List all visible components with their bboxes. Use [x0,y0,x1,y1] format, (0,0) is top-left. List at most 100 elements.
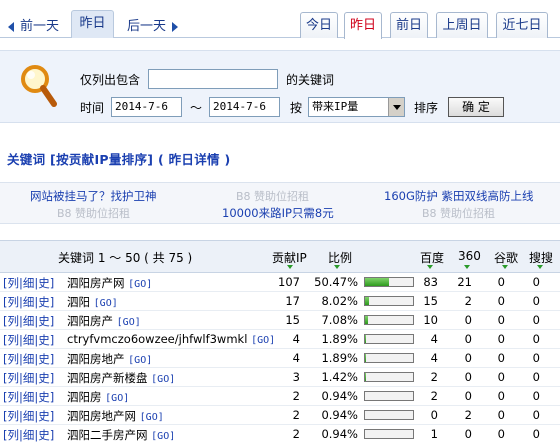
go-link[interactable]: [GO] [117,317,141,328]
list-link[interactable]: [列 [3,276,19,290]
col-ip[interactable]: 贡献IP [272,249,307,266]
sort-field-select[interactable]: 带来IP量 [308,97,405,117]
time-label: 时间 [80,101,105,115]
tab-day-before[interactable]: 前日 [390,12,428,38]
sogou-cell: 0 [532,370,540,384]
ad-placeholder[interactable]: B8 赞助位招租 [236,188,309,204]
keyword-text: 泗阳房地产网 [67,409,136,423]
col-360[interactable]: 360 [458,249,481,263]
date-to-input[interactable]: 2014-7-6 [209,97,280,117]
detail-link[interactable]: |细| [19,371,38,385]
history-link[interactable]: 史] [38,371,54,385]
history-link[interactable]: 史] [38,295,54,309]
ratio-bar [364,353,414,363]
date-from-input[interactable]: 2014-7-6 [111,97,182,117]
detail-link[interactable]: |细| [19,314,38,328]
go-link[interactable]: [GO] [128,279,152,290]
ratio-cell: 50.47% [314,275,358,289]
s360-cell: 0 [464,370,472,384]
prev-day-label: 前一天 [20,19,60,34]
baidu-cell: 83 [423,275,438,289]
ip-cell: 2 [292,427,300,441]
keyword-filter-input[interactable] [148,69,278,89]
ratio-cell: 8.02% [321,294,358,308]
list-link[interactable]: [列 [3,390,19,404]
list-link[interactable]: [列 [3,409,19,423]
keyword-cell: 泗阳二手房产网 [GO] [67,427,175,442]
row-actions: [列|细|史] [3,351,54,367]
keyword-text: 泗阳房产 [67,314,113,328]
tab-today[interactable]: 今日 [300,12,338,38]
row-actions: [列|细|史] [3,332,54,348]
list-link[interactable]: [列 [3,428,19,442]
detail-link[interactable]: |细| [19,409,38,423]
ip-cell: 17 [285,294,300,308]
history-link[interactable]: 史] [38,333,54,347]
table-row: [列|细|史] 泗阳二手房产网 [GO] 2 0.94% 1 0 0 0 [0,425,560,442]
keyword-cell: ctryfvmczo6owzee/jhfwlf3wmkl [GO] [67,332,275,346]
tab-yesterday[interactable]: 昨日 [344,12,382,39]
sort-field-value: 带来IP量 [312,100,359,113]
go-link[interactable]: [GO] [105,393,129,404]
ratio-cell: 1.89% [321,351,358,365]
keyword-cell: 泗阳房产新楼盘 [GO] [67,370,175,386]
ad-link[interactable]: 网站被挂马了？找护卫神 [30,188,157,204]
list-link[interactable]: [列 [3,314,19,328]
sogou-cell: 0 [532,313,540,327]
ratio-bar-fill [365,278,390,286]
ad-link[interactable]: 160G防护 紫田双线高防上线 [384,188,534,204]
detail-link[interactable]: |细| [19,428,38,442]
go-link[interactable]: [GO] [140,412,164,423]
go-link[interactable]: [GO] [94,298,118,309]
list-link[interactable]: [列 [3,352,19,366]
detail-link[interactable]: |细| [19,333,38,347]
ratio-bar [364,334,414,344]
tab-last-sunday[interactable]: 上周日 [436,12,488,38]
col-keyword[interactable]: 关键词 1 ～ 50 ( 共 75 ) [58,249,192,266]
next-day-label: 后一天 [127,19,167,34]
current-day[interactable]: 昨日 [71,10,114,38]
detail-link[interactable]: |细| [19,390,38,404]
go-link[interactable]: [GO] [151,374,175,385]
ratio-bar [364,429,414,439]
sogou-cell: 0 [532,351,540,365]
sogou-cell: 0 [532,332,540,346]
ad-placeholder[interactable]: B8 赞助位招租 [57,205,130,221]
tab-last-seven-days[interactable]: 近七日 [496,12,548,38]
col-ratio[interactable]: 比例 [328,249,352,266]
history-link[interactable]: 史] [38,352,54,366]
prev-day-link[interactable]: 前一天 [8,15,59,34]
list-link[interactable]: [列 [3,295,19,309]
list-link[interactable]: [列 [3,333,19,347]
chevron-down-icon[interactable] [388,98,404,116]
col-sogou[interactable]: 搜搜 [529,249,553,266]
col-baidu[interactable]: 百度 [420,249,444,266]
go-link[interactable]: [GO] [151,431,175,442]
history-link[interactable]: 史] [38,428,54,442]
sort-desc-icon [502,265,508,269]
history-link[interactable]: 史] [38,276,54,290]
list-link[interactable]: [列 [3,371,19,385]
sogou-cell: 0 [532,389,540,403]
history-link[interactable]: 史] [38,390,54,404]
history-link[interactable]: 史] [38,409,54,423]
s360-cell: 0 [464,313,472,327]
detail-link[interactable]: |细| [19,295,38,309]
ad-link[interactable]: 10000来路IP只需8元 [222,205,334,221]
google-cell: 0 [497,427,505,441]
col-google[interactable]: 谷歌 [494,249,518,266]
contains-label: 仅列出包含 [80,73,141,87]
confirm-button[interactable]: 确 定 [448,97,504,117]
ratio-cell: 0.94% [321,389,358,403]
ratio-cell: 1.89% [321,332,358,346]
ratio-bar-fill [365,316,369,324]
next-day-link[interactable]: 后一天 [127,15,179,34]
keyword-cell: 泗阳房地产 [GO] [67,351,152,367]
ad-placeholder[interactable]: B8 赞助位招租 [422,205,495,221]
go-link[interactable]: [GO] [128,355,152,366]
history-link[interactable]: 史] [38,314,54,328]
detail-link[interactable]: |细| [19,276,38,290]
detail-link[interactable]: |细| [19,352,38,366]
baidu-cell: 15 [423,294,438,308]
ip-cell: 107 [278,275,300,289]
